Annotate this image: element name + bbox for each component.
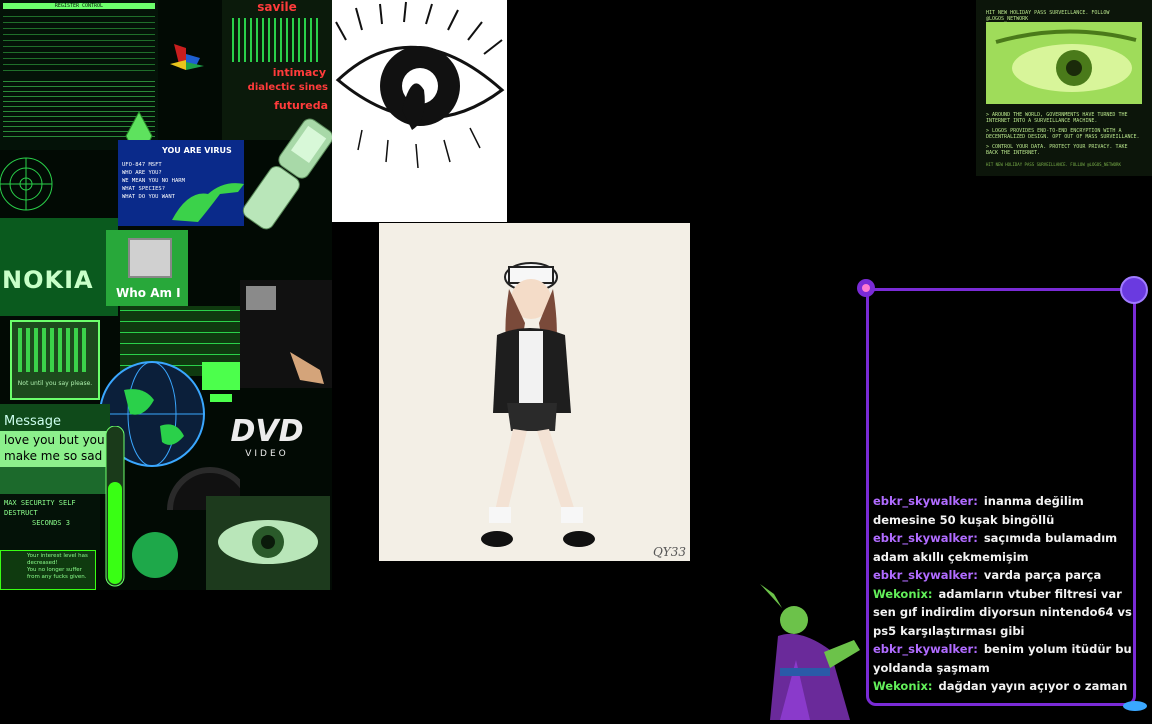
- chat-username[interactable]: Wekonix:: [873, 679, 932, 693]
- poster-word: savile: [257, 0, 297, 14]
- seconds-text: SECONDS 3: [32, 519, 70, 527]
- poster-line: > LOGOS PROVIDES END-TO-END ENCRYPTION W…: [986, 128, 1140, 140]
- surveillance-poster: HIT NEW HOLIDAY PASS SURVEILLANCE. FOLLO…: [976, 0, 1152, 176]
- chat-message: ebkr_skywalker: saçımıda bulamadım adam a…: [873, 529, 1135, 566]
- retro-collage: REGISTER CONTROL savile intimacy dialect…: [0, 0, 332, 590]
- flower-ornament-icon: [856, 278, 876, 298]
- corner-gem-icon: [1122, 696, 1148, 712]
- computer-icon: [196, 360, 246, 406]
- self-destruct-panel: MAX SECURITY SELF DESTRUCT SECONDS 3: [0, 494, 100, 550]
- sphere-icon: [130, 530, 180, 580]
- poster-line: > CONTROL YOUR DATA. PROTECT YOUR PRIVAC…: [986, 144, 1128, 156]
- hand-pointer-icon: [240, 280, 332, 388]
- virus-line: UFO-847 MSFT: [122, 162, 162, 168]
- dinosaur-icon: [168, 170, 248, 226]
- chat-message: Wekonix: adamların vtuber filtresi var se…: [873, 585, 1135, 641]
- piccolo-character: [750, 580, 880, 720]
- chat-username[interactable]: ebkr_skywalker:: [873, 568, 978, 582]
- suffer-text: You no longer suffer from any fucks give…: [27, 567, 87, 580]
- chat-username[interactable]: ebkr_skywalker:: [873, 642, 978, 656]
- flip-phone-icon: [240, 110, 332, 240]
- chat-message: ebkr_skywalker: varda parça parça: [873, 566, 1135, 585]
- chat-message-text: varda parça parça: [983, 568, 1102, 582]
- not-ugly-text: Not until you say please.: [17, 380, 93, 387]
- game-screen: Not until you say please.: [10, 320, 100, 400]
- chat-message-text: dağdan yayın açıyor o zaman: [938, 679, 1128, 693]
- poster-line: > AROUND THE WORLD, GOVERNMENTS HAVE TUR…: [986, 112, 1128, 124]
- message-line: make me so sad: [0, 449, 110, 467]
- anime-dance-image: QY33: [379, 223, 690, 561]
- message-line: love you but you: [0, 431, 110, 449]
- virus-title: YOU ARE VIRUS: [162, 146, 232, 155]
- poster-word: intimacy: [272, 66, 326, 79]
- chat-username[interactable]: ebkr_skywalker:: [873, 494, 978, 508]
- eye-sketch-image: [332, 0, 507, 222]
- who-am-i-label: Who Am I: [116, 286, 181, 300]
- chat-message-list: ebkr_skywalker: inanma değilim demesine 5…: [873, 492, 1135, 696]
- pixel-eye-closeup: [986, 22, 1142, 104]
- poster-footer: HIT NEW HOLIDAY PASS SURVEILLANCE. FOLLO…: [986, 162, 1121, 167]
- chat-username[interactable]: Wekonix:: [873, 587, 932, 601]
- pixel-eye-panel: [206, 496, 330, 590]
- message-window: Message love you but you make me so sad: [0, 404, 110, 494]
- terminal-header: REGISTER CONTROL: [3, 3, 155, 9]
- poster-header: HIT NEW HOLIDAY PASS SURVEILLANCE. FOLLO…: [986, 10, 1110, 22]
- test-tube-icon: [100, 426, 130, 590]
- chat-username[interactable]: ebkr_skywalker:: [873, 531, 978, 545]
- who-am-i-window: Who Am I: [106, 230, 188, 306]
- playstation-logo-icon: [166, 40, 206, 74]
- dvd-text: DVD: [230, 414, 304, 449]
- chat-message: ebkr_skywalker: benim yolum itüdür bu yol…: [873, 640, 1135, 677]
- poster-word: dialectic sines: [247, 82, 328, 93]
- anime-girl-figure: [481, 262, 595, 547]
- security-text: MAX SECURITY SELF DESTRUCT: [4, 499, 76, 517]
- corner-orb-icon: [1120, 276, 1148, 304]
- message-title: Message: [0, 404, 110, 431]
- interest-text: Your interest level has decreased!: [27, 553, 88, 566]
- artist-signature: QY33: [652, 545, 686, 559]
- interest-notice: Your interest level has decreased! You n…: [0, 550, 96, 590]
- nokia-text: NOKIA: [2, 266, 94, 294]
- chat-message: ebkr_skywalker: inanma değilim demesine 5…: [873, 492, 1135, 529]
- chat-message: Wekonix: dağdan yayın açıyor o zaman: [873, 677, 1135, 696]
- dvd-subtext: VIDEO: [245, 449, 289, 459]
- nokia-panel: NOKIA: [0, 218, 118, 316]
- radar-icon: [0, 150, 60, 220]
